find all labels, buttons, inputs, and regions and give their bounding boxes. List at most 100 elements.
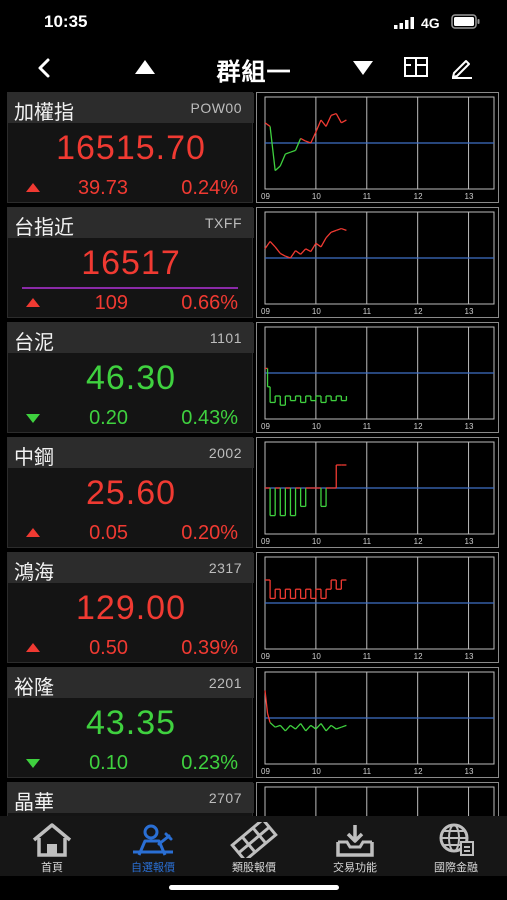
edit-icon[interactable] [448, 54, 476, 80]
price-change: 39.73 [77, 177, 128, 199]
stock-name: 中鋼 [14, 447, 54, 469]
percent-change: 0.39% [181, 637, 238, 659]
previous-group-icon[interactable] [132, 56, 158, 78]
intraday-chart[interactable]: 0910111213 [256, 207, 499, 318]
tab-label: 類股報價 [232, 862, 276, 874]
home-indicator [169, 885, 339, 890]
quote-card[interactable]: 裕隆 2201 43.35 0.10 0.23% [7, 667, 254, 778]
stock-name: 台泥 [14, 332, 54, 354]
tab-label: 交易功能 [333, 862, 377, 874]
intraday-chart[interactable]: 0910111213 [256, 322, 499, 433]
quote-header: 台指近 TXFF [8, 208, 254, 239]
intraday-chart-svg: 0910111213 [256, 782, 499, 816]
percent-change: 0.43% [181, 407, 238, 429]
intraday-chart[interactable]: 0910111213 [256, 782, 499, 816]
stock-price: 46.30 [85, 359, 177, 397]
x-tick-label: 10 [312, 192, 321, 201]
stock-price: 43.35 [85, 704, 177, 742]
tab-label: 首頁 [41, 862, 63, 874]
quote-list[interactable]: 加權指 POW00 16515.70 39.73 0.24% 09 10 11 12 13 台指近 T… [0, 92, 507, 816]
back-icon[interactable] [30, 52, 58, 84]
x-tick-label: 11 [363, 652, 372, 661]
quote-card[interactable]: 台指近 TXFF 16517 109 0.66% [7, 207, 254, 318]
x-tick-label: 12 [414, 767, 423, 776]
percent-change: 0.20% [181, 522, 238, 544]
x-tick-label: 11 [363, 537, 372, 546]
quote-row[interactable]: 裕隆 2201 43.35 0.10 0.23% 09 10 11 12 13 [7, 667, 499, 778]
percent-change: 0.24% [181, 177, 238, 199]
quote-card[interactable]: 中鋼 2002 25.60 0.05 0.20% [7, 437, 254, 548]
intraday-chart[interactable]: 0910111213 [256, 437, 499, 548]
stock-name: 鴻海 [14, 562, 54, 584]
x-tick-label: 10 [312, 422, 321, 431]
sector-quote-icon [230, 817, 278, 863]
chart-frame [256, 552, 499, 663]
stock-name: 加權指 [14, 102, 74, 124]
quote-header: 鴻海 2317 [8, 553, 254, 584]
quote-card[interactable]: 加權指 POW00 16515.70 39.73 0.24% [7, 92, 254, 203]
down-arrow-icon [26, 414, 40, 423]
intraday-chart-svg: 0910111213 [256, 552, 499, 663]
page-title: 群組一 [216, 59, 292, 86]
stock-code: 2002 [208, 445, 242, 461]
x-tick-label: 12 [414, 422, 423, 431]
intraday-chart[interactable]: 0910111213 [256, 92, 499, 203]
tab-global-finance[interactable]: 國際金融 [406, 822, 506, 876]
stock-code: 2201 [208, 675, 242, 691]
x-tick-label: 10 [312, 537, 321, 546]
intraday-chart[interactable]: 0910111213 [256, 667, 499, 778]
quote-card[interactable]: 鴻海 2317 129.00 0.50 0.39% [7, 552, 254, 663]
quote-row[interactable]: 中鋼 2002 25.60 0.05 0.20% 09 10 11 12 13 [7, 437, 499, 548]
quote-card[interactable]: 晶華 2707 [7, 782, 254, 816]
quote-row[interactable]: 加權指 POW00 16515.70 39.73 0.24% 09 10 11 12 13 [7, 92, 499, 203]
tab-home[interactable]: 首頁 [2, 822, 102, 876]
intraday-chart-svg: 0910111213 [256, 437, 499, 548]
x-tick-label: 09 [261, 652, 270, 661]
stock-code: 2707 [208, 790, 242, 806]
intraday-chart-svg: 0910111213 [256, 92, 499, 203]
quote-card[interactable]: 台泥 1101 46.30 0.20 0.43% [7, 322, 254, 433]
chart-frame [256, 437, 499, 548]
price-change: 109 [94, 292, 128, 314]
stock-price: 16515.70 [56, 129, 206, 167]
tab-favorites-quote[interactable]: 自選報價 [103, 822, 203, 876]
intraday-chart-svg: 0910111213 [256, 322, 499, 433]
x-tick-label: 13 [465, 652, 474, 661]
battery-icon [451, 14, 480, 29]
x-tick-label: 13 [465, 422, 474, 431]
down-arrow-icon [26, 759, 40, 768]
stock-name: 裕隆 [14, 677, 54, 699]
network-type: 4G [421, 15, 440, 31]
x-tick-label: 10 [312, 307, 321, 316]
price-change: 0.05 [89, 522, 128, 544]
chart-frame [256, 207, 499, 318]
x-tick-label: 12 [414, 537, 423, 546]
tab-bar: 首頁 自選報價 類股報價 交易功能 國際金融 [0, 816, 507, 876]
nav-bar: 群組一 [0, 44, 507, 92]
x-tick-label: 09 [261, 192, 270, 201]
stock-code: POW00 [190, 100, 242, 116]
quote-row[interactable]: 台泥 1101 46.30 0.20 0.43% 09 10 11 12 13 [7, 322, 499, 433]
quote-row[interactable]: 鴻海 2317 129.00 0.50 0.39% 09 10 11 12 13 [7, 552, 499, 663]
price-change: 0.50 [89, 637, 128, 659]
quote-row[interactable]: 晶華 2707 0910111213 [7, 782, 499, 816]
quote-row[interactable]: 台指近 TXFF 16517 109 0.66% 09 10 11 12 13 [7, 207, 499, 318]
price-underline [22, 287, 238, 289]
layout-toggle-icon[interactable] [402, 54, 430, 80]
percent-change: 0.23% [181, 752, 238, 774]
x-tick-label: 12 [414, 652, 423, 661]
tab-sector-quote[interactable]: 類股報價 [204, 817, 304, 876]
intraday-chart-svg: 0910111213 [256, 667, 499, 778]
percent-change: 0.66% [181, 292, 238, 314]
x-tick-label: 13 [465, 767, 474, 776]
tab-label: 自選報價 [131, 862, 175, 874]
tab-trade[interactable]: 交易功能 [305, 822, 405, 876]
x-tick-label: 11 [363, 307, 372, 316]
quote-header: 台泥 1101 [8, 323, 254, 354]
stock-code: 1101 [209, 330, 242, 346]
intraday-chart[interactable]: 0910111213 [256, 552, 499, 663]
trade-icon [336, 825, 374, 857]
next-group-icon[interactable] [350, 56, 376, 78]
quote-header: 中鋼 2002 [8, 438, 254, 469]
stock-name: 晶華 [14, 792, 54, 814]
